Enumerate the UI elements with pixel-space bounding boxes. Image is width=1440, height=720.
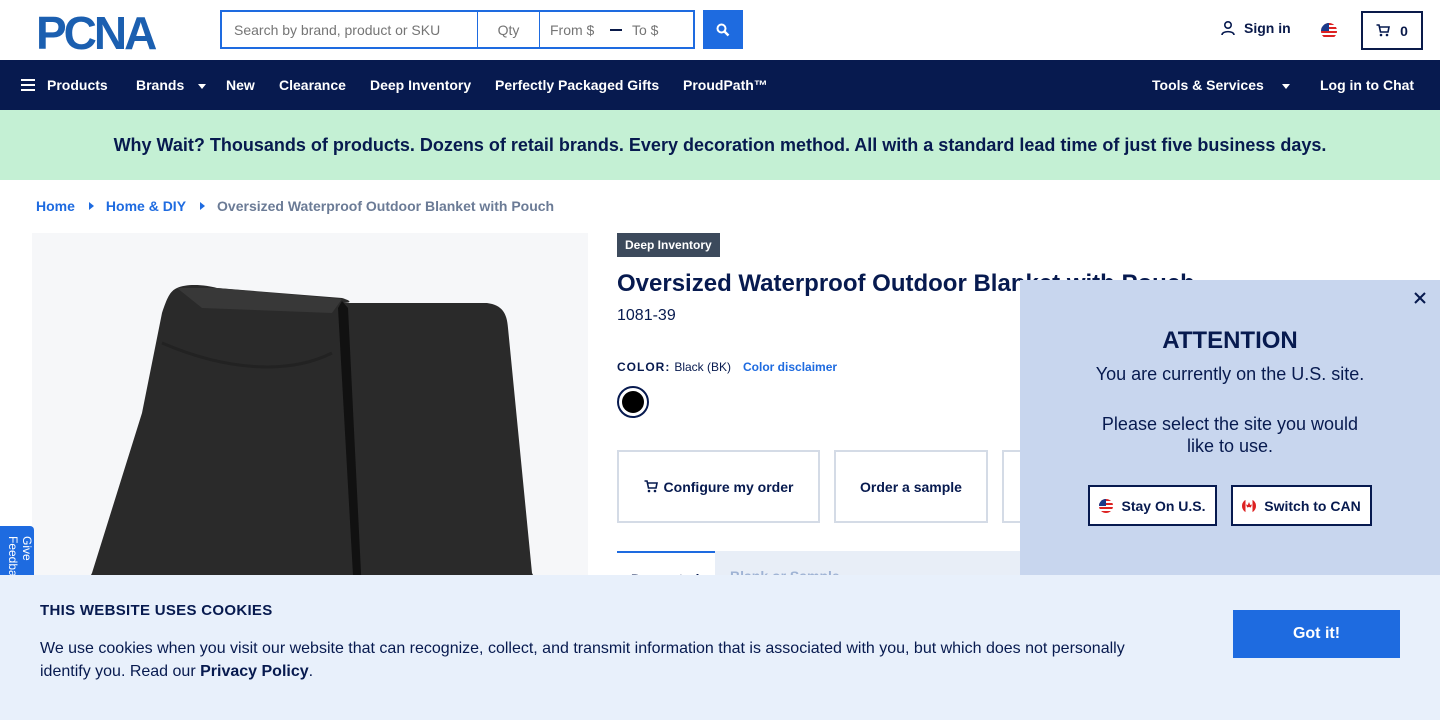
- order-sample-button[interactable]: Order a sample: [834, 450, 988, 523]
- price-from-input[interactable]: [550, 21, 600, 38]
- nav-new[interactable]: New: [226, 60, 255, 110]
- chevron-down-icon: [198, 83, 207, 89]
- nav-chat-label: Log in to Chat: [1320, 77, 1415, 93]
- us-flag-icon[interactable]: [1321, 23, 1337, 39]
- cart-button[interactable]: 0: [1361, 11, 1423, 50]
- us-flag-icon: [1099, 498, 1114, 513]
- cookie-banner: THIS WEBSITE USES COOKIES We use cookies…: [0, 575, 1440, 720]
- switch-can-label: Switch to CAN: [1264, 497, 1361, 514]
- color-disclaimer-link[interactable]: Color disclaimer: [743, 360, 837, 374]
- order-sample-label: Order a sample: [860, 478, 962, 495]
- accept-cookies-button[interactable]: Got it!: [1233, 610, 1400, 658]
- nav-proudpath[interactable]: ProudPath™: [683, 60, 768, 110]
- breadcrumb-category[interactable]: Home & DIY: [106, 198, 186, 214]
- cart-count: 0: [1400, 22, 1408, 39]
- color-row: COLOR: Black (BK) Color disclaimer: [617, 360, 837, 374]
- cart-icon: [644, 480, 658, 493]
- nav-deep-inventory-label: Deep Inventory: [370, 77, 472, 93]
- promo-banner: Why Wait? Thousands of products. Dozens …: [0, 110, 1440, 180]
- nav-chat-login[interactable]: Log in to Chat: [1320, 60, 1414, 110]
- sign-in-link[interactable]: Sign in: [1220, 20, 1291, 36]
- product-sku: 1081-39: [617, 307, 676, 324]
- pcna-logo[interactable]: PCNA: [36, 7, 184, 59]
- price-dash: [610, 28, 622, 31]
- stay-us-label: Stay On U.S.: [1121, 497, 1206, 514]
- search-button[interactable]: [703, 10, 743, 49]
- nav-gifts-label: Perfectly Packaged Gifts: [495, 77, 660, 93]
- nav-deep-inventory[interactable]: Deep Inventory: [370, 60, 471, 110]
- cookie-text: We use cookies when you visit our websit…: [40, 637, 1150, 683]
- stay-us-button[interactable]: Stay On U.S.: [1088, 485, 1217, 526]
- price-range: [540, 10, 695, 49]
- top-header: PCNA Sign in: [0, 0, 1440, 60]
- attention-message: You are currently on the U.S. site.: [1095, 364, 1365, 384]
- color-swatch-black[interactable]: [617, 386, 649, 418]
- nav-proudpath-label: ProudPath™: [683, 77, 768, 93]
- search-input[interactable]: [220, 10, 478, 49]
- attention-prompt: Please select the site you would like to…: [1101, 414, 1359, 456]
- cart-icon: [1376, 24, 1391, 37]
- logo-text: PCNA: [36, 11, 156, 51]
- nav-products-label: Products: [47, 77, 108, 93]
- chevron-right-icon: [200, 202, 206, 210]
- close-icon[interactable]: [1410, 288, 1430, 308]
- user-icon: [1221, 20, 1235, 36]
- sign-in-label: Sign in: [1244, 20, 1291, 36]
- promo-text: Why Wait? Thousands of products. Dozens …: [113, 134, 1327, 155]
- nav-tools-label: Tools & Services: [1152, 77, 1264, 93]
- nav-tools-services[interactable]: Tools & Services: [1152, 60, 1290, 110]
- configure-order-label: Configure my order: [663, 478, 794, 495]
- chevron-down-icon: [1281, 83, 1290, 89]
- cookie-title: THIS WEBSITE USES COOKIES: [40, 602, 273, 619]
- price-to-input[interactable]: [632, 21, 682, 38]
- cookie-period: .: [308, 663, 314, 680]
- color-value: Black (BK): [674, 360, 732, 374]
- nav-clearance-label: Clearance: [279, 77, 346, 93]
- accept-cookies-label: Got it!: [1292, 625, 1341, 642]
- site-select-modal: ATTENTION You are currently on the U.S. …: [1020, 280, 1440, 580]
- deep-inventory-badge: Deep Inventory: [617, 233, 720, 257]
- nav-brands[interactable]: Brands: [136, 60, 207, 110]
- privacy-policy-link[interactable]: Privacy Policy: [200, 663, 309, 680]
- nav-new-label: New: [226, 77, 255, 93]
- nav-brands-label: Brands: [136, 77, 185, 93]
- attention-title: ATTENTION: [1162, 327, 1298, 354]
- nav-gifts[interactable]: Perfectly Packaged Gifts: [495, 60, 659, 110]
- chevron-right-icon: [88, 202, 94, 210]
- menu-icon: [21, 79, 35, 91]
- search-group: [220, 10, 743, 49]
- nav-clearance[interactable]: Clearance: [279, 60, 346, 110]
- nav-products[interactable]: Products: [21, 60, 108, 110]
- canada-flag-icon: [1242, 498, 1257, 513]
- breadcrumb-current: Oversized Waterproof Outdoor Blanket wit…: [217, 198, 555, 214]
- main-nav: Products Brands New Clearance Deep Inven…: [0, 60, 1440, 110]
- search-icon: [716, 23, 730, 36]
- switch-can-button[interactable]: Switch to CAN: [1231, 485, 1372, 526]
- breadcrumb: Home Home & DIY Oversized Waterproof Out…: [36, 198, 554, 214]
- configure-order-button[interactable]: Configure my order: [617, 450, 820, 523]
- product-image[interactable]: [32, 233, 588, 593]
- color-label: COLOR:: [617, 360, 671, 374]
- breadcrumb-home[interactable]: Home: [36, 198, 75, 214]
- swatch-fill: [622, 391, 644, 413]
- qty-input[interactable]: [478, 10, 540, 49]
